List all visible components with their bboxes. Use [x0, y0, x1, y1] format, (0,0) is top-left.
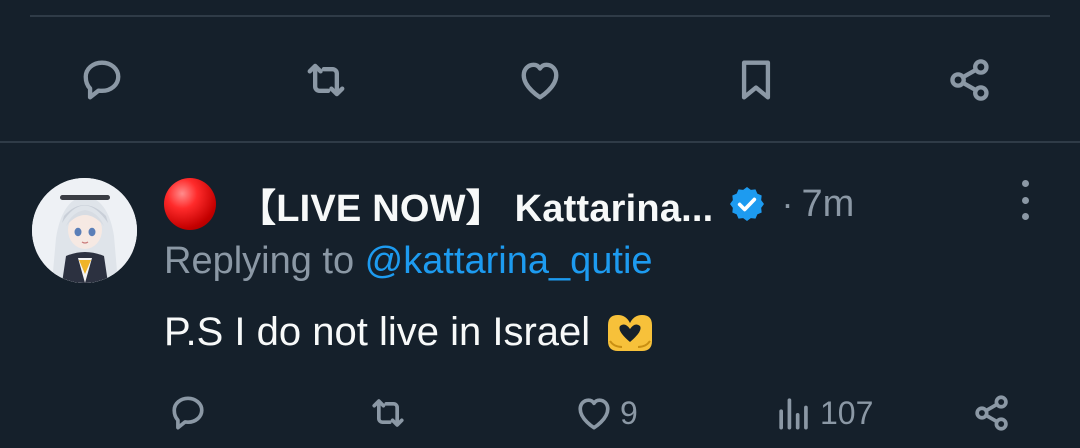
tweet-thread: 【LIVE NOW】 Kattarina... · 7m Replying to… — [0, 0, 1080, 448]
like-button[interactable] — [510, 50, 570, 110]
heart-hands-emoji — [608, 314, 653, 351]
views-count: 107 — [820, 394, 874, 431]
share-button[interactable] — [970, 388, 1014, 438]
divider — [30, 15, 1050, 17]
reply-icon — [83, 60, 121, 100]
views-button[interactable]: 107 — [772, 388, 873, 438]
timestamp[interactable]: 7m — [801, 183, 854, 226]
like-icon — [578, 398, 610, 430]
more-dot — [1021, 180, 1029, 187]
more-dot — [1021, 213, 1029, 220]
reply-action-bar: 9 107 — [0, 388, 1080, 438]
retweet-icon — [372, 399, 404, 427]
previous-tweet-action-bar — [0, 50, 1080, 110]
views-icon — [779, 398, 808, 430]
replying-to-line: Replying to @kattarina_qutie — [164, 240, 653, 283]
share-button[interactable] — [940, 50, 1000, 110]
more-options-icon[interactable] — [1010, 180, 1040, 220]
divider — [0, 141, 1080, 143]
like-button[interactable]: 9 — [572, 388, 638, 438]
anime-avatar-image — [32, 178, 137, 283]
replying-to-handle[interactable]: @kattarina_qutie — [365, 240, 653, 282]
like-count: 9 — [620, 394, 638, 431]
retweet-icon — [307, 63, 345, 97]
avatar[interactable] — [32, 178, 137, 283]
share-icon — [950, 59, 989, 101]
share-icon — [975, 395, 1008, 431]
verified-badge-icon — [730, 187, 765, 221]
reply-icon — [172, 396, 204, 430]
reply-button[interactable] — [166, 388, 214, 438]
retweet-button[interactable] — [296, 50, 356, 110]
reply-header: 【LIVE NOW】 Kattarina... · 7m — [164, 176, 854, 232]
more-dot — [1021, 196, 1029, 204]
like-icon — [521, 62, 559, 100]
tweet-body: P.S I do not live in Israel — [164, 310, 656, 355]
tweet-text: P.S I do not live in Israel — [164, 310, 591, 354]
bookmark-button[interactable] — [726, 50, 786, 110]
replying-to-label: Replying to — [164, 240, 365, 282]
separator-dot: · — [781, 183, 794, 224]
display-name[interactable]: 【LIVE NOW】 Kattarina... — [238, 177, 713, 232]
reply-button[interactable] — [72, 50, 132, 110]
bookmark-icon — [741, 60, 771, 100]
retweet-button[interactable] — [366, 388, 414, 438]
red-circle-emoji — [164, 178, 216, 230]
